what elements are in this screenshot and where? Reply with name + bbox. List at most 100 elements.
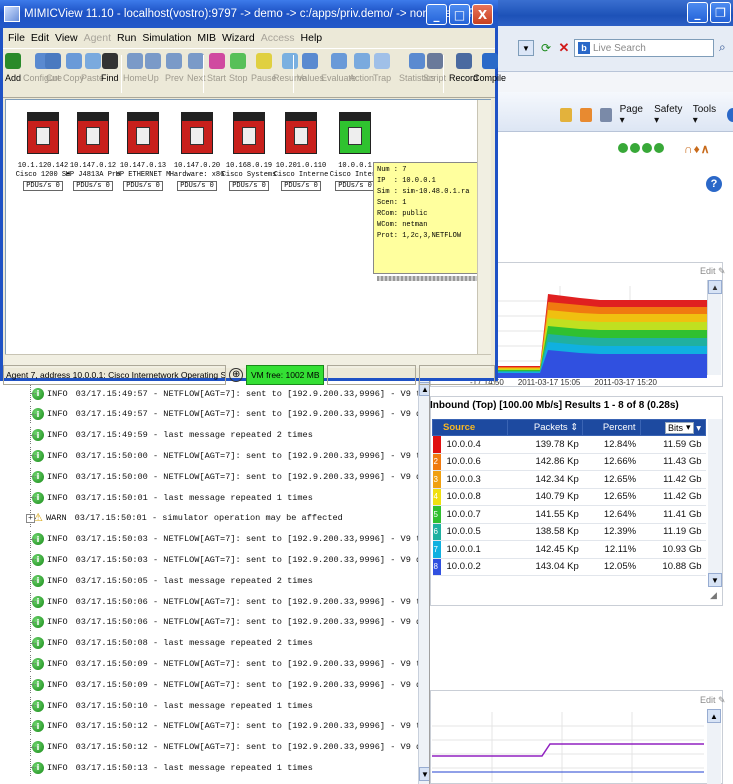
flow-table-row[interactable]: 2 10.0.0.6 142.86 Kp 12.66% 11.43 Gb [432, 453, 706, 471]
compile-button[interactable]: Compile [473, 53, 506, 83]
packets-column-header[interactable]: Packets ⇕ [507, 419, 584, 436]
search-go-icon[interactable]: ⌕ [719, 40, 726, 55]
log-entry[interactable]: i INFO 03/17.15:49:59 - last message repea… [0, 426, 313, 444]
log-scrollbar[interactable]: ▲ ▼ [418, 381, 429, 784]
column-menu-icon[interactable]: ▾ [696, 423, 701, 434]
browser-maximize-button[interactable]: ❐ [710, 2, 731, 23]
menu-agent[interactable]: Agent [81, 32, 114, 44]
chart2-edit-link[interactable]: Edit ✎ [700, 695, 726, 706]
resize-grip-icon[interactable]: ◢ [710, 590, 717, 601]
chart-edit-link[interactable]: Edit ✎ [700, 266, 726, 277]
log-entry[interactable]: i INFO 03/17.15:50:01 - last message repea… [0, 489, 313, 506]
safety-menu[interactable]: Safety ▾ [654, 104, 685, 126]
scroll-down-icon[interactable]: ▼ [419, 767, 429, 781]
values-button[interactable]: Values [297, 53, 324, 83]
percent-column-header[interactable]: Percent [582, 419, 641, 436]
status-pane [327, 364, 416, 385]
home-icon [127, 53, 143, 69]
expand-icon[interactable]: + [26, 513, 35, 523]
log-entry[interactable]: i INFO 03/17.15:49:57 - NETFLOW[AGT=7]: se… [0, 405, 429, 423]
print-icon[interactable] [599, 108, 612, 122]
feeds-icon[interactable] [579, 108, 592, 122]
log-entry[interactable]: i INFO 03/17.15:50:00 - NETFLOW[AGT=7]: se… [0, 447, 429, 465]
log-entry[interactable]: i INFO 03/17.15:50:00 - NETFLOW[AGT=7]: se… [0, 468, 429, 486]
log-entry[interactable]: i INFO 03/17.15:50:12 - NETFLOW[AGT=7]: se… [0, 738, 429, 756]
menu-help[interactable]: Help [298, 32, 326, 44]
log-entry[interactable]: i INFO 03/17.15:50:08 - last message repea… [0, 634, 313, 652]
menu-edit[interactable]: Edit [28, 32, 52, 44]
flow-table-row[interactable]: 10.0.0.4 139.78 Kp 12.84% 11.59 Gb [432, 435, 706, 454]
log-entry[interactable]: i INFO 03/17.15:50:09 - NETFLOW[AGT=7]: se… [0, 655, 429, 673]
menu-run[interactable]: Run [114, 32, 139, 44]
source-cell: 10.0.0.8 [440, 488, 508, 506]
canvas-vertical-scrollbar[interactable] [477, 100, 491, 354]
agent-device[interactable]: 10.201.0.110 Cisco Interne PDUs/s 0 [270, 112, 332, 191]
flow-table-row[interactable]: 4 10.0.0.8 140.79 Kp 12.65% 11.42 Gb [432, 488, 706, 506]
toolbar-separator [203, 55, 204, 93]
page-help-icon[interactable]: ? [706, 176, 722, 192]
flow-table-scrollbar[interactable]: ▼ [708, 419, 722, 587]
minimize-button[interactable]: _ [426, 4, 447, 25]
toolbar-separator [443, 55, 444, 93]
scroll-up-icon[interactable]: ▲ [707, 709, 721, 723]
menu-access[interactable]: Access [258, 32, 298, 44]
refresh-icon[interactable]: ⟳ [538, 40, 554, 56]
flow-table-row[interactable]: 6 10.0.0.5 138.58 Kp 12.39% 11.19 Gb [432, 523, 706, 541]
log-entry[interactable]: i INFO 03/17.15:50:03 - NETFLOW[AGT=7]: se… [0, 551, 429, 569]
scroll-down-icon[interactable]: ▼ [708, 573, 722, 587]
up-button[interactable]: Up [145, 53, 161, 83]
log-entry[interactable]: i INFO 03/17.15:50:12 - NETFLOW[AGT=7]: se… [0, 717, 429, 735]
trap-button[interactable]: Trap [373, 53, 391, 83]
maximize-button[interactable]: □ [449, 4, 470, 25]
help-icon[interactable] [727, 108, 733, 122]
live-search-input[interactable]: b Live Search [574, 39, 714, 57]
source-column-header[interactable]: Source [431, 419, 509, 436]
second-line-chart [432, 712, 704, 782]
flow-table-row[interactable]: 8 10.0.0.2 143.04 Kp 12.05% 10.88 Gb [432, 558, 706, 576]
log-message: 03/17.15:50:06 - NETFLOW[AGT=7]: sent to… [75, 596, 429, 607]
menu-simulation[interactable]: Simulation [139, 32, 194, 44]
cut-button[interactable]: Cut [45, 53, 61, 83]
add-button[interactable]: Add [5, 53, 21, 83]
agent-device[interactable]: 10.147.0.13 HP ETHERNET M PDUs/s 0 [112, 112, 174, 191]
log-entry[interactable]: + ⚠ WARN 03/17.15:50:01 - simulator operati… [0, 509, 343, 527]
log-entry[interactable]: i INFO 03/17.15:50:03 - NETFLOW[AGT=7]: se… [0, 530, 429, 548]
log-entry[interactable]: i INFO 03/17.15:49:57 - NETFLOW[AGT=7]: se… [0, 385, 429, 402]
log-entry[interactable]: i INFO 03/17.15:50:09 - NETFLOW[AGT=7]: se… [0, 676, 429, 694]
log-entry[interactable]: i INFO 03/17.15:50:10 - last message repea… [0, 697, 313, 714]
log-entry[interactable]: i INFO 03/17.15:50:06 - NETFLOW[AGT=7]: se… [0, 613, 429, 631]
unit-select-value: Bits [668, 422, 684, 433]
menu-mib[interactable]: MIB [194, 32, 219, 44]
close-button[interactable]: X [472, 4, 493, 25]
mimic-titlebar[interactable]: MIMICView 11.10 - localhost(vostro):9797… [0, 0, 498, 28]
menu-wizard[interactable]: Wizard [219, 32, 258, 44]
prev-button[interactable]: Prev [165, 53, 184, 83]
flow-table-row[interactable]: 7 10.0.0.1 142.45 Kp 12.11% 10.93 Gb [432, 540, 706, 559]
log-entry[interactable]: i INFO 03/17.15:50:05 - last message repea… [0, 572, 313, 590]
home-button[interactable]: Home [123, 53, 147, 83]
unit-select[interactable]: Bits ▾ [665, 421, 694, 434]
stop-button[interactable]: Stop [229, 53, 248, 83]
chart2-scrollbar[interactable]: ▲ [707, 709, 721, 784]
find-button[interactable]: Find [101, 53, 119, 83]
chart-scrollbar[interactable]: ▲ [707, 280, 722, 375]
action-button[interactable]: Action [349, 53, 374, 83]
unit-select-header[interactable]: Bits ▾ ▾ [639, 419, 707, 436]
percent-cell: 12.39% [582, 523, 641, 541]
start-button[interactable]: Start [207, 53, 226, 83]
device-cap [182, 113, 212, 121]
stop-icon[interactable]: ✕ [556, 40, 572, 56]
scroll-up-icon[interactable]: ▲ [708, 280, 722, 294]
flow-table-row[interactable]: 3 10.0.0.3 142.34 Kp 12.65% 11.42 Gb [432, 470, 706, 489]
log-entry[interactable]: i INFO 03/17.15:50:13 - last message repea… [0, 759, 313, 777]
page-menu[interactable]: Page ▾ [620, 104, 646, 126]
menu-view[interactable]: View [52, 32, 81, 44]
tools-menu[interactable]: Tools ▾ [693, 104, 719, 126]
log-entry[interactable]: i INFO 03/17.15:50:06 - NETFLOW[AGT=7]: se… [0, 593, 429, 610]
home-icon[interactable] [560, 108, 572, 122]
address-dropdown-button[interactable]: ▼ [518, 40, 534, 56]
flow-table-row[interactable]: 5 10.0.0.7 141.55 Kp 12.64% 11.41 Gb [432, 505, 706, 524]
browser-minimize-button[interactable]: _ [687, 2, 708, 23]
agent-canvas[interactable]: 10.1.120.142 Cisco 1200 Se PDUs/s 0 10.147.… [5, 99, 491, 367]
menu-file[interactable]: File [5, 32, 28, 44]
